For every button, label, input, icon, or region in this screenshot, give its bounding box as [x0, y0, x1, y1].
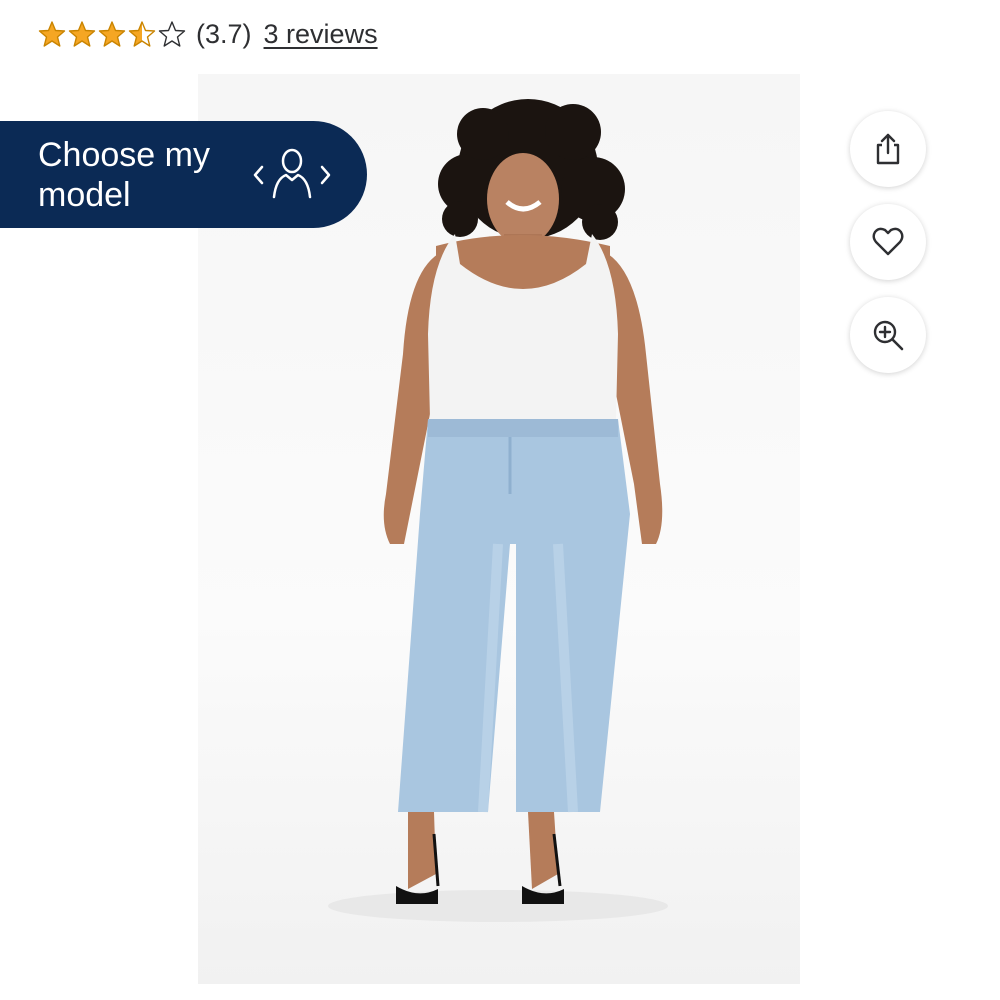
star-full-icon: [68, 21, 96, 47]
rating-value: (3.7): [196, 18, 252, 49]
rating-row: (3.7) 3 reviews: [38, 14, 378, 54]
zoom-button[interactable]: [850, 297, 926, 373]
share-button[interactable]: [850, 111, 926, 187]
share-icon: [876, 133, 900, 165]
star-rating: [38, 20, 186, 48]
star-empty-icon: [158, 21, 186, 47]
choose-model-label: Choose my model: [38, 135, 210, 214]
star-half-icon: [128, 21, 156, 47]
reviews-link[interactable]: 3 reviews: [264, 19, 378, 50]
heart-icon: [872, 227, 904, 256]
person-switch-icon: [253, 148, 331, 199]
favorite-button[interactable]: [850, 204, 926, 280]
star-full-icon: [98, 21, 126, 47]
star-full-icon: [38, 21, 66, 47]
choose-model-button[interactable]: Choose my model: [0, 121, 367, 228]
zoom-in-icon: [873, 320, 904, 351]
